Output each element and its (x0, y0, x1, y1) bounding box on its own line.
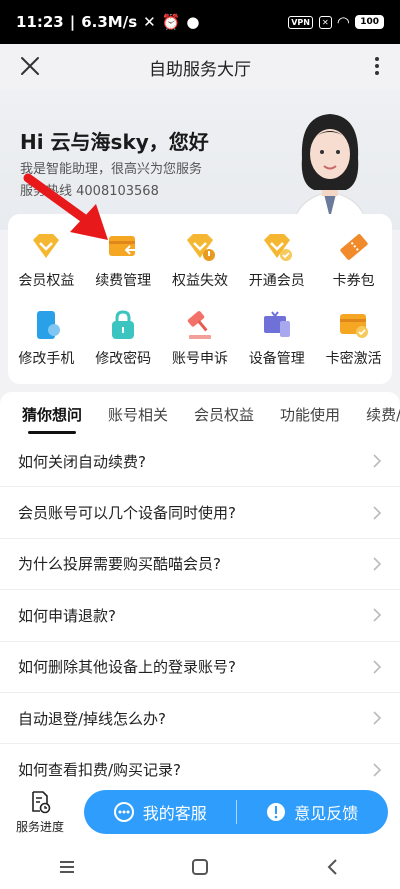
question-text: 如何删除其他设备上的登录账号? (18, 658, 236, 677)
list-item[interactable]: 为什么投屏需要购买酷喵会员? (0, 539, 400, 591)
list-item[interactable]: 如何查看扣费/购买记录? (0, 744, 400, 780)
faq-tabs: 猜你想问 账号相关 会员权益 功能使用 续费/ (0, 392, 400, 436)
feedback-button[interactable]: 意见反馈 (237, 800, 389, 824)
my-service-button[interactable]: 我的客服 (84, 800, 236, 824)
question-text: 如何查看扣费/购买记录? (18, 761, 182, 780)
service-label: 卡券包 (332, 273, 375, 289)
progress-doc-icon (32, 790, 51, 813)
service-label: 账号申诉 (171, 351, 228, 367)
service-device-manage[interactable]: 设备管理 (238, 308, 315, 368)
service-change-password[interactable]: 修改密码 (85, 308, 162, 368)
sim-icon: ✕ (318, 15, 332, 29)
question-text: 为什么投屏需要购买酷喵会员? (18, 555, 221, 574)
action-button-group: 我的客服 意见反馈 (84, 790, 388, 834)
battery-icon: 100 (355, 15, 384, 29)
list-item[interactable]: 如何关闭自动续费? (0, 436, 400, 488)
service-rights-invalid[interactable]: 权益失效 (162, 230, 239, 290)
home-icon[interactable] (190, 857, 210, 877)
greeting: Hi 云与海sky，您好 (20, 130, 209, 154)
service-label: 修改手机 (18, 351, 75, 367)
question-text: 会员账号可以几个设备同时使用? (18, 504, 236, 523)
menu-icon[interactable] (57, 857, 77, 877)
list-item[interactable]: 如何申请退款? (0, 590, 400, 642)
service-progress-button[interactable]: 服务进度 (0, 790, 80, 835)
progress-label: 服务进度 (15, 819, 64, 834)
faq-list: 如何关闭自动续费? 会员账号可以几个设备同时使用? 为什么投屏需要购买酷喵会员?… (0, 436, 400, 780)
vip-invalid-icon (186, 234, 215, 261)
chevron-right-icon (373, 557, 382, 571)
device-icon (263, 311, 290, 337)
service-account-appeal[interactable]: 账号申诉 (162, 308, 239, 368)
status-time: 11:23 (16, 13, 64, 31)
phone-icon (37, 311, 61, 339)
chevron-right-icon (373, 762, 382, 777)
back-icon[interactable] (323, 857, 343, 877)
wifi-icon: ◠ (337, 13, 350, 31)
close-icon[interactable] (18, 54, 42, 78)
service-label: 开通会员 (248, 273, 305, 289)
feedback-label: 意见反馈 (294, 804, 359, 823)
service-label: 权益失效 (171, 273, 228, 289)
top-bar: 自助服务大厅 (0, 44, 400, 90)
headset-icon (113, 802, 134, 822)
service-change-phone[interactable]: 修改手机 (8, 308, 85, 368)
tab-features[interactable]: 功能使用 (280, 404, 340, 425)
list-item[interactable]: 会员账号可以几个设备同时使用? (0, 487, 400, 539)
status-speed: 6.3M/s (81, 13, 138, 31)
tab-vip-rights[interactable]: 会员权益 (194, 404, 254, 425)
info-icon (267, 803, 286, 821)
lock-icon (112, 310, 135, 339)
system-nav-bar (0, 844, 400, 889)
alarm-icon: ⏰ (161, 13, 181, 31)
gavel-icon (187, 311, 211, 339)
vip-open-icon (263, 234, 292, 261)
question-text: 自动退登/掉线怎么办? (18, 709, 167, 728)
chevron-right-icon (373, 711, 382, 725)
chevron-right-icon (373, 506, 382, 520)
service-label: 会员权益 (18, 273, 75, 289)
app-notification-icon: ● (186, 13, 200, 31)
service-coupon[interactable]: 卡券包 (315, 230, 392, 290)
list-item[interactable]: 自动退登/掉线怎么办? (0, 693, 400, 745)
chevron-right-icon (373, 660, 382, 674)
tab-account[interactable]: 账号相关 (108, 404, 168, 425)
page-title: 自助服务大厅 (149, 59, 251, 80)
chevron-right-icon (373, 454, 382, 468)
question-text: 如何关闭自动续费? (18, 452, 146, 471)
service-label: 续费管理 (95, 273, 152, 289)
service-open-vip[interactable]: 开通会员 (238, 230, 315, 290)
bottom-bar: 服务进度 我的客服 意见反馈 (0, 780, 400, 844)
service-label: 修改密码 (95, 351, 152, 367)
chevron-right-icon (373, 608, 382, 622)
assistant-avatar (291, 114, 369, 230)
card-activate-icon (339, 314, 368, 338)
my-service-label: 我的客服 (142, 804, 207, 823)
tab-guess[interactable]: 猜你想问 (22, 404, 82, 434)
red-arrow-annotation (23, 173, 108, 240)
list-item[interactable]: 如何删除其他设备上的登录账号? (0, 642, 400, 693)
more-icon[interactable] (374, 56, 380, 76)
service-label: 设备管理 (248, 351, 305, 367)
service-label: 卡密激活 (325, 351, 382, 367)
question-text: 如何申请退款? (18, 606, 116, 625)
status-bar: 11:23 | 6.3M/s ✕ ⏰ ● VPN ✕ ◠ 100 (0, 0, 400, 44)
mute-icon: ✕ (143, 13, 156, 31)
coupon-icon (339, 234, 368, 260)
tab-renewal[interactable]: 续费/ (366, 404, 400, 425)
service-card-activate[interactable]: 卡密激活 (315, 308, 392, 368)
vpn-icon: VPN (288, 15, 313, 29)
